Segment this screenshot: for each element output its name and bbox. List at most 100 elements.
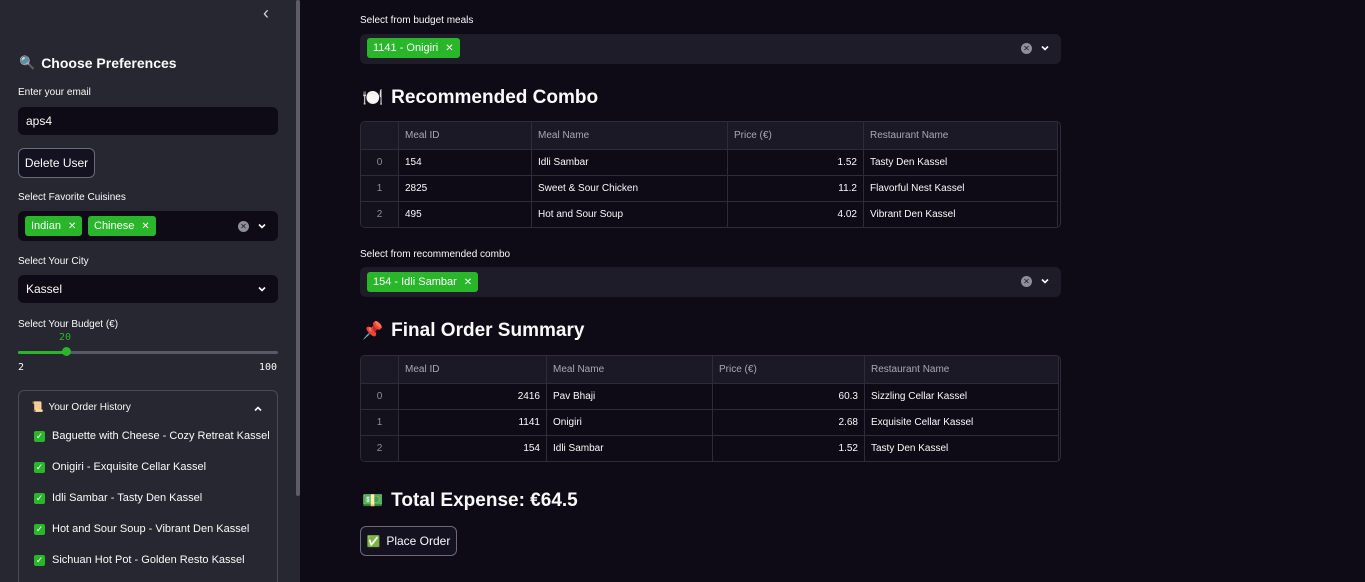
- cell-restaurant[interactable]: Flavorful Nest Kassel: [864, 176, 1058, 202]
- cell-restaurant[interactable]: Tasty Den Kassel: [865, 436, 1059, 461]
- budget-slider-handle[interactable]: [61, 347, 71, 356]
- row-index: 2: [361, 436, 399, 461]
- combo-title: Recommended Combo: [391, 87, 599, 108]
- cell-meal-id[interactable]: 1141: [399, 410, 547, 436]
- row-index: 0: [361, 150, 399, 176]
- chevron-down-icon[interactable]: [1040, 43, 1050, 53]
- table-row[interactable]: 1 1141 Onigiri 2.68 Exquisite Cellar Kas…: [361, 410, 1059, 436]
- clear-all-icon[interactable]: ✕: [1021, 43, 1032, 54]
- clear-all-icon[interactable]: ✕: [238, 221, 249, 232]
- place-order-label: Place Order: [386, 534, 451, 548]
- column-header[interactable]: Meal ID: [399, 356, 547, 384]
- budget-slider-track[interactable]: [18, 351, 278, 354]
- history-item: ✓ Sichuan Hot Pot - Golden Resto Kassel: [34, 554, 245, 566]
- city-select[interactable]: Kassel: [18, 275, 278, 303]
- history-item: ✓ Hot and Sour Soup - Vibrant Den Kassel: [34, 523, 249, 535]
- budget-label: Select Your Budget (€): [18, 319, 119, 330]
- sidebar: ‹ 🔍 Choose Preferences Enter your email …: [0, 0, 300, 582]
- summary-title: Final Order Summary: [391, 320, 585, 341]
- cell-meal-name[interactable]: Sweet & Sour Chicken: [532, 176, 728, 202]
- combo-table[interactable]: Meal ID Meal Name Price (€) Restaurant N…: [360, 121, 1061, 228]
- column-header[interactable]: Meal ID: [399, 122, 532, 150]
- sidebar-title-text: Choose Preferences: [41, 55, 177, 71]
- table-header-row: Meal ID Meal Name Price (€) Restaurant N…: [361, 356, 1059, 384]
- cell-meal-id[interactable]: 154: [399, 436, 547, 461]
- search-icon: 🔍: [19, 55, 36, 70]
- combo-select-label: Select from recommended combo: [360, 249, 511, 260]
- plate-icon: 🍽️: [362, 88, 384, 107]
- cell-restaurant[interactable]: Sizzling Cellar Kassel: [865, 384, 1059, 410]
- table-row[interactable]: 2 154 Idli Sambar 1.52 Tasty Den Kassel: [361, 436, 1059, 461]
- cell-meal-id[interactable]: 2825: [399, 176, 532, 202]
- delete-user-button[interactable]: Delete User: [18, 148, 95, 178]
- check-icon: ✅: [366, 535, 381, 548]
- column-header[interactable]: Meal Name: [547, 356, 713, 384]
- remove-tag-icon[interactable]: ✕: [68, 221, 76, 232]
- column-header[interactable]: Price (€): [713, 356, 865, 384]
- cell-meal-name[interactable]: Pav Bhaji: [547, 384, 713, 410]
- remove-tag-icon[interactable]: ✕: [141, 221, 149, 232]
- pushpin-icon: 📌: [362, 321, 384, 340]
- place-order-button[interactable]: ✅ Place Order: [360, 526, 457, 556]
- cell-meal-id[interactable]: 495: [399, 202, 532, 227]
- column-header[interactable]: Price (€): [728, 122, 864, 150]
- table-row[interactable]: 1 2825 Sweet & Sour Chicken 11.2 Flavorf…: [361, 176, 1058, 202]
- table-row[interactable]: 0 2416 Pav Bhaji 60.3 Sizzling Cellar Ka…: [361, 384, 1059, 410]
- email-field[interactable]: aps4: [18, 107, 278, 135]
- email-label: Enter your email: [18, 87, 91, 98]
- history-item: ✓ Onigiri - Exquisite Cellar Kassel: [34, 461, 206, 473]
- cell-meal-name[interactable]: Idli Sambar: [532, 150, 728, 176]
- cell-restaurant[interactable]: Vibrant Den Kassel: [864, 202, 1058, 227]
- cell-meal-id[interactable]: 154: [399, 150, 532, 176]
- order-history-expander: 📜 Your Order History ✓ Baguette with Chee…: [18, 390, 278, 582]
- sidebar-title: 🔍 Choose Preferences: [19, 55, 177, 71]
- cuisine-tag-label: Chinese: [94, 220, 135, 232]
- cell-meal-id[interactable]: 2416: [399, 384, 547, 410]
- cell-meal-name[interactable]: Hot and Sour Soup: [532, 202, 728, 227]
- city-value: Kassel: [26, 282, 63, 296]
- table-row[interactable]: 2 495 Hot and Sour Soup 4.02 Vibrant Den…: [361, 202, 1058, 227]
- budget-meal-tag[interactable]: 1141 - Onigiri ✕: [367, 38, 460, 58]
- chevron-down-icon[interactable]: [257, 221, 267, 231]
- combo-tag[interactable]: 154 - Idli Sambar ✕: [367, 272, 479, 292]
- summary-table[interactable]: Meal ID Meal Name Price (€) Restaurant N…: [360, 355, 1061, 462]
- cell-price[interactable]: 4.02: [728, 202, 864, 227]
- history-item-label: Sichuan Hot Pot - Golden Resto Kassel: [52, 554, 245, 566]
- combo-multiselect[interactable]: 154 - Idli Sambar ✕ ✕: [360, 267, 1061, 297]
- budget-value: 20: [59, 332, 72, 343]
- sidebar-scrollbar[interactable]: [296, 0, 300, 496]
- cell-restaurant[interactable]: Exquisite Cellar Kassel: [865, 410, 1059, 436]
- chevron-down-icon: [257, 284, 267, 294]
- remove-tag-icon[interactable]: ✕: [464, 277, 472, 288]
- cell-price[interactable]: 2.68: [713, 410, 865, 436]
- cuisine-tag-indian[interactable]: Indian ✕: [25, 216, 83, 236]
- collapse-sidebar-icon[interactable]: ‹: [258, 4, 274, 22]
- cuisines-multiselect[interactable]: Indian ✕ Chinese ✕ ✕: [18, 211, 278, 241]
- cell-price[interactable]: 1.52: [728, 150, 864, 176]
- cuisine-tag-chinese[interactable]: Chinese ✕: [88, 216, 156, 236]
- history-item-label: Baguette with Cheese - Cozy Retreat Kass…: [52, 430, 270, 442]
- budget-meals-multiselect[interactable]: 1141 - Onigiri ✕ ✕: [360, 34, 1061, 64]
- column-header[interactable]: Restaurant Name: [865, 356, 1059, 384]
- clear-all-icon[interactable]: ✕: [1021, 276, 1032, 287]
- column-header[interactable]: Restaurant Name: [864, 122, 1058, 150]
- cell-price[interactable]: 11.2: [728, 176, 864, 202]
- row-index: 2: [361, 202, 399, 227]
- remove-tag-icon[interactable]: ✕: [445, 43, 453, 54]
- column-header[interactable]: Meal Name: [532, 122, 728, 150]
- row-index: 0: [361, 384, 399, 410]
- cell-meal-name[interactable]: Idli Sambar: [547, 436, 713, 461]
- table-row[interactable]: 0 154 Idli Sambar 1.52 Tasty Den Kassel: [361, 150, 1058, 176]
- cell-price[interactable]: 1.52: [713, 436, 865, 461]
- table-header-row: Meal ID Meal Name Price (€) Restaurant N…: [361, 122, 1058, 150]
- cell-price[interactable]: 60.3: [713, 384, 865, 410]
- chevron-down-icon[interactable]: [1040, 276, 1050, 286]
- history-item-label: Onigiri - Exquisite Cellar Kassel: [52, 461, 207, 473]
- check-icon: ✓: [34, 461, 45, 473]
- cell-restaurant[interactable]: Tasty Den Kassel: [864, 150, 1058, 176]
- index-header: [361, 122, 399, 150]
- history-item: ✓ Baguette with Cheese - Cozy Retreat Kas…: [34, 430, 270, 442]
- order-history-header[interactable]: 📜 Your Order History: [31, 402, 131, 413]
- chevron-up-icon[interactable]: [253, 404, 263, 414]
- cell-meal-name[interactable]: Onigiri: [547, 410, 713, 436]
